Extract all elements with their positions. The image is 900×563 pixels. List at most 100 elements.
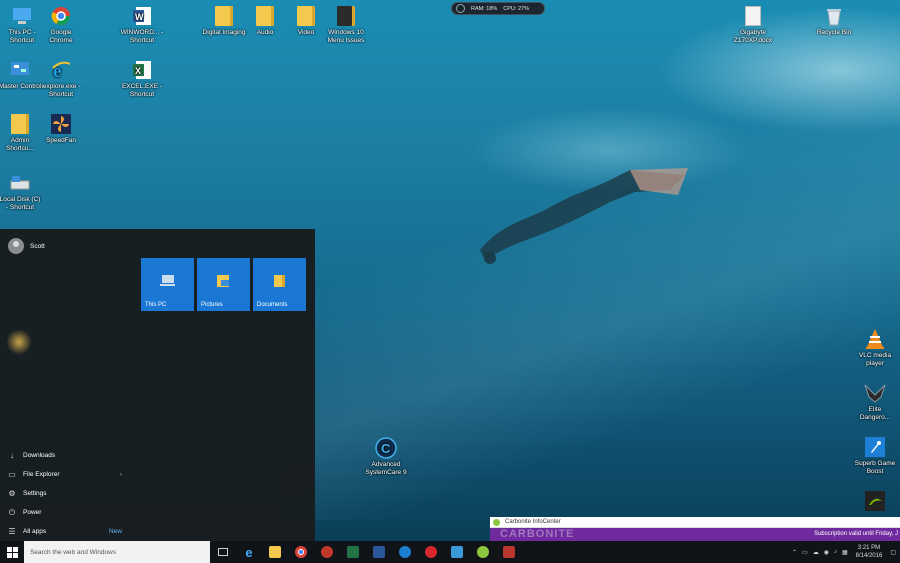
taskbar-mail[interactable]	[444, 541, 470, 563]
taskbar-clock[interactable]: 3:21 PM 8/14/2016	[853, 544, 886, 560]
tile-label: This PC	[145, 302, 167, 308]
taskbar-search-box[interactable]: Search the web and Windows	[24, 541, 210, 563]
folder-icon	[335, 5, 357, 27]
desktop-icon-speedfan[interactable]: SpeedFan	[39, 113, 83, 145]
taskbar-app-red[interactable]	[314, 541, 340, 563]
taskbar: Search the web and Windows e ⌃ ▭ ☁ ◉ ♪ ▦…	[0, 541, 900, 563]
wallpaper-diver	[480, 168, 688, 264]
desktop-icon-nvidia[interactable]	[853, 490, 897, 514]
desktop-icon-gigabyte-doc[interactable]: Gigabyte Z170XP.docx	[731, 5, 775, 45]
system-tray: ⌃ ▭ ☁ ◉ ♪ ▦ 3:21 PM 8/14/2016 ▢	[792, 541, 900, 563]
desktop-icon-winword[interactable]: W WINWORD... - Shortcut	[120, 5, 164, 45]
start-item-label: All apps	[23, 528, 47, 535]
start-item-downloads[interactable]: ↓ Downloads	[0, 446, 130, 465]
desktop-icon-admin-shortcut[interactable]: Admin Shortcu...	[0, 113, 42, 153]
start-item-settings[interactable]: ⚙ Settings	[0, 484, 130, 503]
taskbar-app-circle[interactable]	[418, 541, 444, 563]
start-item-label: Settings	[23, 490, 47, 497]
desktop-icon-audio[interactable]: Audio	[243, 5, 287, 37]
document-icon	[742, 5, 764, 27]
tile-this-pc[interactable]: This PC	[141, 258, 194, 311]
systemcare-icon: C	[375, 437, 397, 459]
taskbar-carbonite[interactable]	[470, 541, 496, 563]
desktop-icon-this-pc[interactable]: This PC - Shortcut	[0, 5, 44, 45]
start-tiles: This PC Pictures Documents	[141, 258, 306, 311]
notifications-icon[interactable]: ▢	[890, 549, 896, 556]
taskbar-excel[interactable]	[340, 541, 366, 563]
battery-icon[interactable]: ▭	[802, 549, 808, 556]
desktop-icon-excel[interactable]: X EXCEL.EXE - Shortcut	[120, 59, 164, 99]
avatar	[8, 238, 24, 254]
desktop-icon-local-disk[interactable]: Local Disk (C) - Shortcut	[0, 172, 42, 212]
network-icon[interactable]: ◉	[824, 549, 829, 556]
excel-icon: X	[131, 59, 153, 81]
volume-icon[interactable]: ♪	[834, 549, 837, 555]
ram-usage: RAM: 18%	[471, 5, 498, 12]
chevron-up-icon[interactable]: ⌃	[792, 549, 797, 556]
desktop-icon-label: EXCEL.EXE - Shortcut	[121, 83, 163, 98]
start-item-label: Power	[23, 509, 42, 516]
start-item-power[interactable]: ⏻ Power	[0, 503, 130, 522]
taskbar-edge[interactable]: e	[236, 541, 262, 563]
start-item-all-apps[interactable]: ☰ All apps New	[0, 522, 130, 541]
carbonite-infocenter[interactable]: Carbonite InfoCenter CARBONITE Subscript…	[490, 517, 900, 541]
clock-date: 8/14/2016	[855, 553, 883, 559]
taskbar-chrome[interactable]	[288, 541, 314, 563]
desktop-icon-label: Audio	[256, 29, 274, 36]
word-icon: W	[131, 5, 153, 27]
folder-icon	[213, 5, 235, 27]
start-item-file-explorer[interactable]: ▭ File Explorer ›	[0, 465, 130, 484]
desktop-icon-digital-imaging[interactable]: Digital Imaging	[202, 5, 246, 37]
control-panel-icon	[9, 59, 31, 81]
app-red-icon	[321, 546, 333, 558]
start-user[interactable]: Scott	[8, 238, 45, 254]
desktop-icon-superb-game-boost[interactable]: Superb Game Boost	[853, 436, 897, 476]
tile-documents[interactable]: Documents	[253, 258, 306, 311]
speedfan-icon	[50, 113, 72, 135]
desktop-icon-windows10-menu-issues[interactable]: Windows 10 Menu Issues	[324, 5, 368, 45]
desktop-icon-advanced-systemcare[interactable]: C Advanced SystemCare 9	[364, 437, 408, 477]
carbonite-banner: CARBONITE Subscription valid until Frida…	[490, 528, 900, 541]
tile-pictures[interactable]: Pictures	[197, 258, 250, 311]
taskbar-word[interactable]	[366, 541, 392, 563]
file-explorer-icon	[269, 546, 281, 558]
taskbar-app-extra[interactable]	[496, 541, 522, 563]
file-explorer-icon: ▭	[8, 469, 16, 479]
systemcare-icon	[399, 546, 411, 558]
tile-label: Pictures	[201, 302, 223, 308]
desktop-icon-chrome[interactable]: Google Chrome	[39, 5, 83, 45]
windows-logo-icon	[6, 546, 18, 558]
desktop-icon-master-control[interactable]: Master Control	[0, 59, 42, 91]
clock-time: 3:21 PM	[857, 545, 881, 551]
onedrive-icon[interactable]: ☁	[813, 549, 819, 556]
this-pc-icon	[160, 275, 175, 286]
internet-explorer-icon: e	[50, 59, 72, 81]
desktop-icon-video[interactable]: Video	[284, 5, 328, 37]
this-pc-icon	[11, 5, 33, 27]
task-view-button[interactable]	[210, 541, 236, 563]
chevron-right-icon[interactable]: ›	[120, 471, 122, 478]
desktop-icon-label: Admin Shortcu...	[6, 137, 34, 152]
desktop-icon-label: SpeedFan	[46, 137, 76, 144]
desktop-icon-label: Master Control	[0, 83, 42, 90]
desktop-icon-elite-dangerous[interactable]: Elite Dangero...	[853, 382, 897, 422]
app-extra-icon	[503, 546, 515, 558]
nvidia-icon	[864, 490, 886, 512]
taskbar-systemcare[interactable]	[392, 541, 418, 563]
desktop-icon-iexplore[interactable]: e iexplore.exe - Shortcut	[39, 59, 83, 99]
gear-icon: ⚙	[8, 488, 16, 498]
search-placeholder: Search the web and Windows	[30, 548, 116, 556]
taskbar-file-explorer[interactable]	[262, 541, 288, 563]
carbonite-title: Carbonite InfoCenter	[505, 519, 561, 525]
app-circle-icon	[425, 546, 437, 558]
desktop-icon-vlc[interactable]: VLC media player	[853, 328, 897, 368]
edge-icon: e	[245, 544, 253, 560]
system-monitor-widget[interactable]: RAM: 18% CPU: 27%	[451, 2, 545, 15]
keyboard-icon[interactable]: ▦	[842, 549, 848, 556]
folder-icon	[254, 5, 276, 27]
game-boost-icon	[864, 436, 886, 458]
desktop-icon-recycle-bin[interactable]: Recycle Bin	[812, 5, 856, 37]
start-button[interactable]	[0, 541, 24, 563]
mail-icon	[451, 546, 463, 558]
tile-label: Documents	[257, 302, 288, 308]
